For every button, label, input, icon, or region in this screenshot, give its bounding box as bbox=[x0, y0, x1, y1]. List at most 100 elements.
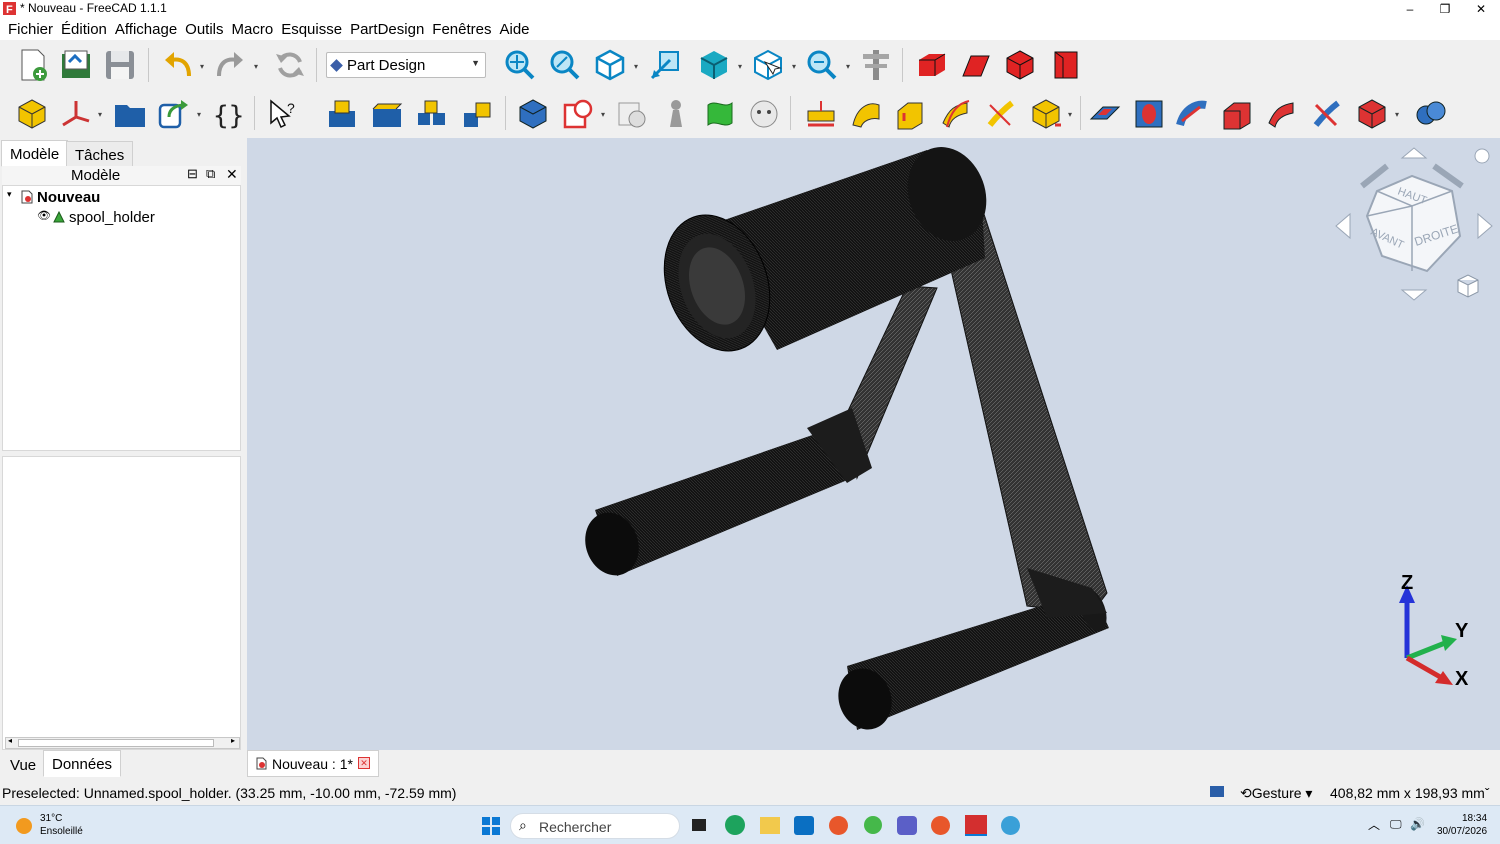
float-icon[interactable]: ⧉ bbox=[206, 166, 215, 182]
horizontal-scrollbar[interactable]: ◂ ▸ bbox=[5, 736, 240, 749]
tray-expand-icon[interactable]: ︿ bbox=[1368, 816, 1380, 833]
create-link-button[interactable] bbox=[156, 96, 192, 132]
close-panel-icon[interactable]: ✕ bbox=[226, 166, 238, 183]
refresh-button[interactable] bbox=[272, 47, 308, 83]
collapse-icon[interactable]: ⊟ bbox=[187, 166, 198, 182]
tab-modele[interactable]: Modèle bbox=[1, 140, 69, 167]
tree-item-document[interactable]: ▾ Nouveau bbox=[5, 188, 235, 208]
additive-primitive-button[interactable] bbox=[658, 96, 694, 132]
hole-button[interactable] bbox=[1131, 96, 1167, 132]
pad-tool-1-button[interactable] bbox=[324, 96, 360, 132]
view-up-arrow-icon[interactable] bbox=[1400, 147, 1428, 159]
part-body-view-1-button[interactable] bbox=[914, 47, 950, 83]
weather-desc[interactable]: Ensoleillé bbox=[40, 826, 83, 837]
sun-weather-icon[interactable] bbox=[16, 818, 32, 834]
sketch-face-button[interactable] bbox=[746, 96, 782, 132]
view-left-arrow-icon[interactable] bbox=[1335, 212, 1351, 240]
clock-time[interactable]: 18:34 bbox=[1462, 813, 1487, 824]
fit-selection-button[interactable] bbox=[547, 47, 583, 83]
feature-green-button[interactable] bbox=[702, 96, 738, 132]
zoom-button[interactable] bbox=[804, 47, 840, 83]
document-tab[interactable]: Nouveau : 1* ✕ bbox=[247, 750, 379, 777]
menu-outils[interactable]: Outils bbox=[181, 21, 227, 38]
weather-temp[interactable]: 31°C bbox=[40, 813, 62, 824]
small-cube-icon[interactable] bbox=[1457, 274, 1479, 298]
zoom-dropdown-icon[interactable]: ▾ bbox=[846, 62, 850, 71]
groove-button[interactable] bbox=[1175, 96, 1211, 132]
firefox-2-icon[interactable] bbox=[931, 816, 950, 835]
view-right-arrow-icon[interactable] bbox=[1477, 212, 1493, 240]
menu-fenetres[interactable]: Fenêtres bbox=[428, 21, 495, 38]
revolution-button[interactable] bbox=[848, 96, 884, 132]
tab-donnees[interactable]: Données bbox=[43, 750, 122, 777]
pad-tool-2-button[interactable] bbox=[369, 96, 405, 132]
redo-dropdown-icon[interactable]: ▾ bbox=[254, 62, 258, 71]
rotate-left-arrow-icon[interactable] bbox=[1360, 163, 1389, 189]
edge-browser-icon[interactable] bbox=[725, 815, 745, 835]
subtractive-pipe-button[interactable] bbox=[1264, 96, 1300, 132]
save-button[interactable] bbox=[102, 47, 138, 83]
menu-partdesign[interactable]: PartDesign bbox=[346, 21, 428, 38]
pocket-button[interactable] bbox=[1087, 96, 1123, 132]
fit-all-button[interactable] bbox=[502, 47, 538, 83]
menu-edition[interactable]: Édition bbox=[57, 21, 111, 38]
redo-button[interactable] bbox=[212, 47, 248, 83]
file-explorer-icon[interactable] bbox=[760, 817, 780, 834]
undo-dropdown-icon[interactable]: ▾ bbox=[200, 62, 204, 71]
variable-set-button[interactable]: {} bbox=[210, 96, 246, 132]
undo-button[interactable] bbox=[160, 47, 196, 83]
subtractive-loft-button[interactable] bbox=[1219, 96, 1255, 132]
view-menu-icon[interactable] bbox=[1474, 148, 1490, 164]
menu-affichage[interactable]: Affichage bbox=[111, 21, 181, 38]
task-view-icon[interactable] bbox=[692, 819, 706, 831]
workbench-selector[interactable]: Part Design ▼ bbox=[326, 52, 486, 78]
part-body-view-4-button[interactable] bbox=[1048, 47, 1084, 83]
view-style-icon[interactable] bbox=[1210, 786, 1224, 797]
taskbar-search[interactable]: ⌕ Rechercher bbox=[510, 813, 680, 839]
shape-binder-button[interactable] bbox=[515, 96, 551, 132]
part-body-view-3-button[interactable] bbox=[1002, 47, 1038, 83]
tab-taches[interactable]: Tâches bbox=[66, 141, 134, 168]
green-app-icon[interactable] bbox=[864, 816, 882, 834]
expand-arrow-icon[interactable]: ▾ bbox=[7, 189, 12, 200]
whats-this-button[interactable]: ? bbox=[266, 96, 302, 132]
navigation-cube[interactable]: HAUT AVANT DROITE bbox=[1332, 146, 1497, 306]
measure-view-button[interactable] bbox=[647, 47, 683, 83]
sub-shape-binder-button[interactable] bbox=[560, 96, 596, 132]
new-document-button[interactable] bbox=[15, 47, 51, 83]
create-group-button[interactable] bbox=[112, 96, 148, 132]
draw-style-button[interactable] bbox=[696, 47, 732, 83]
subtractive-box-button[interactable] bbox=[1354, 96, 1390, 132]
additive-helix-button[interactable] bbox=[983, 96, 1019, 132]
tree-item-spool-holder[interactable]: 👁 spool_holder bbox=[5, 208, 235, 228]
pad-tool-3-button[interactable] bbox=[414, 96, 450, 132]
open-document-button[interactable] bbox=[58, 47, 94, 83]
firefox-icon[interactable] bbox=[829, 816, 848, 835]
isometric-view-button[interactable] bbox=[592, 47, 628, 83]
navigation-style[interactable]: ⟲Gesture ▾ bbox=[1240, 785, 1312, 802]
additive-dropdown-icon[interactable]: ▾ bbox=[1068, 110, 1072, 119]
maximize-button[interactable]: ❐ bbox=[1427, 0, 1463, 18]
subtractive-dropdown-icon[interactable]: ▾ bbox=[1395, 110, 1399, 119]
pad-tool-4-button[interactable] bbox=[459, 96, 495, 132]
menu-macro[interactable]: Macro bbox=[228, 21, 278, 38]
blue-app-icon[interactable] bbox=[1001, 816, 1020, 835]
clone-button[interactable] bbox=[614, 96, 650, 132]
additive-box-button[interactable] bbox=[1028, 96, 1064, 132]
close-tab-icon[interactable]: ✕ bbox=[358, 757, 370, 769]
additive-loft-button[interactable] bbox=[893, 96, 929, 132]
datum-dropdown-icon[interactable]: ▾ bbox=[98, 110, 102, 119]
menu-fichier[interactable]: Fichier bbox=[4, 21, 57, 38]
tab-vue[interactable]: Vue bbox=[1, 751, 46, 778]
freecad-taskbar-icon[interactable] bbox=[965, 815, 987, 836]
volume-icon[interactable]: 🔊 bbox=[1410, 817, 1425, 831]
close-button[interactable]: ✕ bbox=[1463, 0, 1499, 18]
menu-aide[interactable]: Aide bbox=[495, 21, 533, 38]
subtractive-helix-button[interactable] bbox=[1309, 96, 1345, 132]
teams-icon[interactable] bbox=[897, 816, 917, 835]
3d-viewport[interactable]: HAUT AVANT DROITE Z Y X bbox=[247, 138, 1500, 750]
scroll-right-icon[interactable]: ▸ bbox=[231, 736, 235, 745]
outlook-icon[interactable] bbox=[794, 816, 814, 835]
menu-esquisse[interactable]: Esquisse bbox=[277, 21, 346, 38]
visibility-eye-icon[interactable]: 👁 bbox=[37, 209, 51, 222]
